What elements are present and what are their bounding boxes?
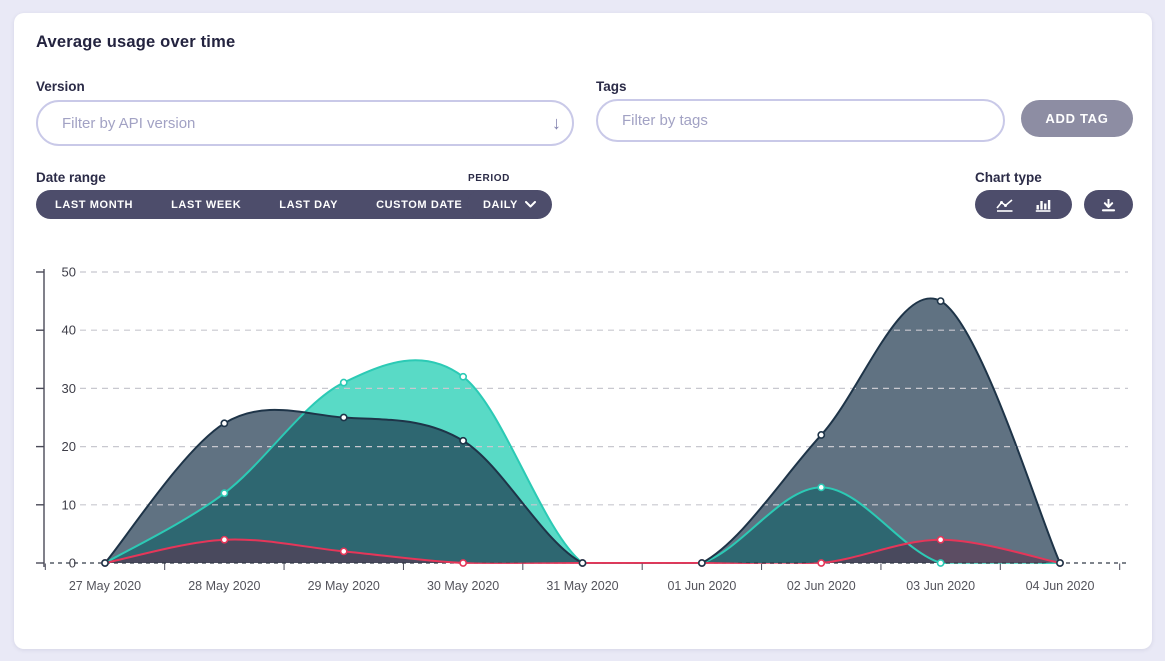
point-red-1[interactable] xyxy=(221,537,227,543)
x-label-7: 03 Jun 2020 xyxy=(906,579,975,593)
x-label-5: 01 Jun 2020 xyxy=(667,579,736,593)
y-tick-label-40: 40 xyxy=(62,323,76,338)
tags-label: Tags xyxy=(596,79,627,94)
y-tick-label-50: 50 xyxy=(62,265,76,280)
add-tag-button[interactable]: ADD TAG xyxy=(1021,100,1133,137)
period-value: DAILY xyxy=(483,199,518,211)
point-dark-2[interactable] xyxy=(341,414,347,420)
date-range-last-day[interactable]: LAST DAY xyxy=(260,190,357,219)
last-week-label: LAST WEEK xyxy=(171,199,241,211)
point-dark-4[interactable] xyxy=(579,560,585,566)
y-tick-label-20: 20 xyxy=(62,439,76,454)
y-tick-label-10: 10 xyxy=(62,497,76,512)
point-teal-1[interactable] xyxy=(221,490,227,496)
bar-chart-icon xyxy=(1035,198,1051,212)
x-label-6: 02 Jun 2020 xyxy=(787,579,856,593)
y-tick-label-0: 0 xyxy=(69,556,76,571)
chevron-down-icon xyxy=(525,201,536,208)
point-dark-6[interactable] xyxy=(818,432,824,438)
period-group: DAILY xyxy=(467,190,552,219)
area-dark xyxy=(105,298,1060,578)
x-label-4: 31 May 2020 xyxy=(546,579,618,593)
point-red-6[interactable] xyxy=(818,560,824,566)
last-day-label: LAST DAY xyxy=(279,199,338,211)
usage-panel: 0 10 20 30 40 50 27 May 2020 28 May 2020 29 May … xyxy=(14,13,1152,649)
point-dark-1[interactable] xyxy=(221,420,227,426)
date-range-label: Date range xyxy=(36,170,106,185)
point-dark-3[interactable] xyxy=(460,438,466,444)
date-range-group: LAST MONTH LAST WEEK LAST DAY CUSTOM DAT… xyxy=(36,190,499,219)
version-label: Version xyxy=(36,79,85,94)
x-label-1: 28 May 2020 xyxy=(188,579,260,593)
download-group xyxy=(1084,190,1133,219)
download-button[interactable] xyxy=(1101,190,1116,219)
page-title: Average usage over time xyxy=(36,33,235,52)
point-dark-5[interactable] xyxy=(699,560,705,566)
last-month-label: LAST MONTH xyxy=(55,199,133,211)
version-filter-input[interactable] xyxy=(36,100,574,146)
point-teal-6[interactable] xyxy=(818,484,824,490)
chart-type-label: Chart type xyxy=(975,170,1042,185)
period-select[interactable]: DAILY xyxy=(467,190,552,219)
point-red-2[interactable] xyxy=(341,548,347,554)
point-dark-7[interactable] xyxy=(938,298,944,304)
chart-type-group xyxy=(975,190,1072,219)
download-icon xyxy=(1101,198,1116,212)
chart-areas xyxy=(105,298,1060,580)
date-range-last-month[interactable]: LAST MONTH xyxy=(36,190,152,219)
point-red-3[interactable] xyxy=(460,560,466,566)
x-label-8: 04 Jun 2020 xyxy=(1026,579,1095,593)
period-label: PERIOD xyxy=(468,173,510,184)
point-teal-7[interactable] xyxy=(938,560,944,566)
line-chart-icon xyxy=(996,198,1014,212)
x-label-2: 29 May 2020 xyxy=(308,579,380,593)
custom-date-label: CUSTOM DATE xyxy=(376,199,462,211)
x-label-3: 30 May 2020 xyxy=(427,579,499,593)
point-dark-0[interactable] xyxy=(102,560,108,566)
y-tick-label-30: 30 xyxy=(62,381,76,396)
point-teal-2[interactable] xyxy=(341,379,347,385)
point-teal-3[interactable] xyxy=(460,374,466,380)
date-range-last-week[interactable]: LAST WEEK xyxy=(152,190,260,219)
chart-type-bar-button[interactable] xyxy=(1035,190,1061,219)
point-dark-8[interactable] xyxy=(1057,560,1063,566)
tags-filter-input[interactable] xyxy=(596,99,1005,142)
chart-type-line-button[interactable] xyxy=(986,190,1014,219)
x-label-0: 27 May 2020 xyxy=(69,579,141,593)
point-red-7[interactable] xyxy=(938,537,944,543)
